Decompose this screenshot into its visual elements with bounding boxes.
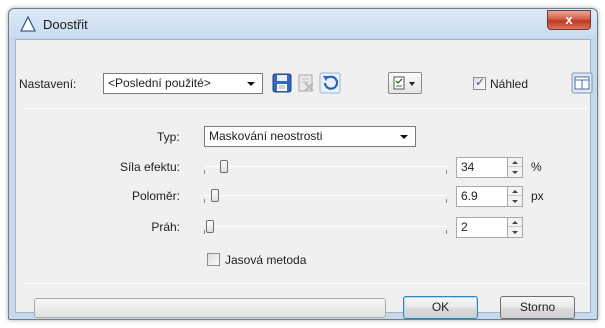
save-icon xyxy=(272,73,292,93)
close-icon: x xyxy=(565,12,573,27)
spin-up-button[interactable] xyxy=(508,187,522,196)
toolbar-separator xyxy=(24,108,587,109)
undo-icon xyxy=(319,72,341,94)
param-spinner[interactable] xyxy=(507,217,523,238)
luminance-checkbox[interactable] xyxy=(207,253,220,266)
param-unit: % xyxy=(531,160,542,174)
title-bar[interactable]: Doostřit x xyxy=(9,9,597,39)
param-unit: px xyxy=(531,189,544,203)
slider-ticks xyxy=(204,230,447,234)
slider-track[interactable] xyxy=(204,226,447,227)
cancel-button[interactable]: Storno xyxy=(500,296,575,319)
slider-track[interactable] xyxy=(204,195,447,196)
checkmark-icon: ✓ xyxy=(475,75,486,89)
layout-icon xyxy=(571,72,593,94)
preview-checkbox[interactable]: ✓ xyxy=(473,75,486,90)
spin-up-button[interactable] xyxy=(508,158,522,167)
param-label: Práh: xyxy=(151,220,180,234)
slider-track[interactable] xyxy=(204,166,447,167)
footer-separator xyxy=(24,283,587,284)
options-icon xyxy=(393,76,415,90)
type-label: Typ: xyxy=(157,130,180,144)
dialog-window: Doostřit x Nastavení: <Poslední použité> xyxy=(8,8,598,320)
slider-thumb[interactable] xyxy=(206,220,214,233)
preset-dropdown[interactable]: <Poslední použité> xyxy=(103,73,263,94)
slider-ticks xyxy=(204,199,447,203)
arrow-down-icon xyxy=(512,200,518,203)
ok-button[interactable]: OK xyxy=(403,296,478,319)
param-spinner[interactable] xyxy=(507,186,523,207)
reset-button[interactable] xyxy=(319,72,341,94)
param-label: Poloměr: xyxy=(131,189,180,203)
preset-value: <Poslední použité> xyxy=(108,76,211,90)
preset-label: Nastavení: xyxy=(19,77,77,91)
arrow-down-icon xyxy=(512,231,518,234)
chevron-down-icon xyxy=(400,135,408,139)
luminance-label: Jasová metoda xyxy=(225,253,307,267)
slider-thumb[interactable] xyxy=(211,189,219,202)
triangle-app-icon xyxy=(20,16,36,32)
param-label: Síla efektu: xyxy=(119,160,180,174)
param-spinner[interactable] xyxy=(507,157,523,178)
preview-label: Náhled xyxy=(490,77,529,91)
spin-down-button[interactable] xyxy=(508,197,522,206)
param-value-input[interactable]: 34 xyxy=(456,157,508,178)
dialog-client: Nastavení: <Poslední použité> ✓ Náhled T… xyxy=(15,39,593,319)
type-dropdown[interactable]: Maskování neostrosti xyxy=(204,126,416,147)
arrow-down-icon xyxy=(512,171,518,174)
spin-down-button[interactable] xyxy=(508,168,522,177)
options-menu-button[interactable] xyxy=(388,72,422,94)
delete-icon xyxy=(298,74,314,92)
type-value: Maskování neostrosti xyxy=(209,129,323,143)
layout-toggle-button[interactable] xyxy=(571,72,593,94)
save-preset-button[interactable] xyxy=(271,72,293,94)
param-value-input[interactable]: 6.9 xyxy=(456,186,508,207)
slider-thumb[interactable] xyxy=(220,160,228,173)
arrow-up-icon xyxy=(512,221,518,224)
close-button[interactable]: x xyxy=(547,10,591,30)
param-value-input[interactable]: 2 xyxy=(456,217,508,238)
progress-bar xyxy=(34,298,386,318)
spin-down-button[interactable] xyxy=(508,228,522,237)
arrow-up-icon xyxy=(512,161,518,164)
arrow-up-icon xyxy=(512,190,518,193)
spin-up-button[interactable] xyxy=(508,218,522,227)
slider-ticks xyxy=(204,170,447,174)
window-title: Doostřit xyxy=(43,17,88,32)
chevron-down-icon xyxy=(247,82,255,86)
delete-preset-button[interactable] xyxy=(295,72,317,94)
